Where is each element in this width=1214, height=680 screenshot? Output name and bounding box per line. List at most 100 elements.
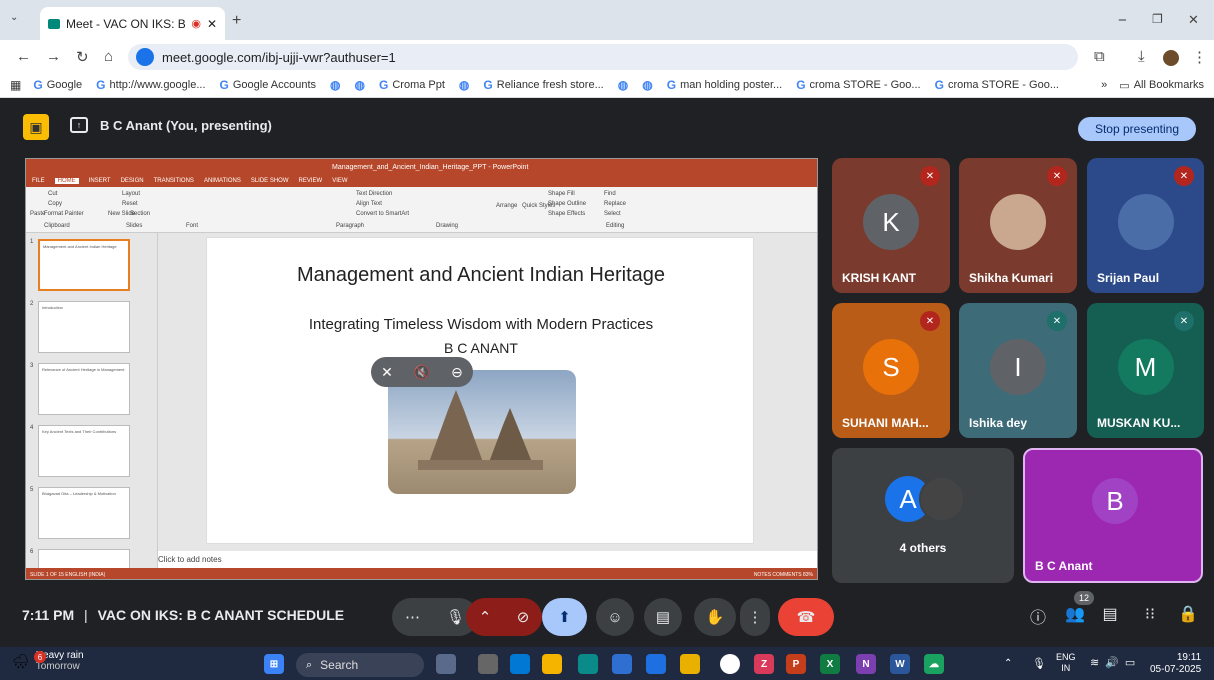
extensions-icon[interactable]: ⧉: [1094, 48, 1105, 65]
ribbon-button[interactable]: Align Text: [356, 201, 382, 207]
more-options-button[interactable]: ⋮: [740, 598, 770, 636]
site-info-icon[interactable]: [136, 48, 154, 66]
back-icon[interactable]: ←: [16, 48, 31, 65]
onenote-icon[interactable]: N: [856, 654, 876, 674]
weather-widget[interactable]: 🌧 Heavy rain Tomorrow: [12, 650, 84, 672]
ppt-tab[interactable]: REVIEW: [299, 178, 323, 184]
mute-icon[interactable]: 🔇: [413, 364, 430, 381]
clock[interactable]: 19:11 05-07-2025: [1150, 652, 1201, 676]
people-icon[interactable]: 👥: [1064, 604, 1086, 624]
activities-icon[interactable]: ⁝⁝: [1140, 604, 1160, 624]
language-indicator[interactable]: ENG IN: [1056, 652, 1076, 674]
chart-app-icon[interactable]: [680, 654, 700, 674]
reload-icon[interactable]: ↻: [76, 48, 89, 66]
more-audio-icon[interactable]: ⋯: [405, 608, 420, 626]
notes-pane[interactable]: Click to add notes: [158, 551, 817, 568]
minimize-icon[interactable]: −: [1118, 12, 1127, 29]
system-tray[interactable]: ≋ 🔊 ▭: [1090, 656, 1135, 669]
ribbon-button[interactable]: Select: [604, 211, 621, 217]
bookmark-item[interactable]: G Google Accounts: [220, 78, 317, 92]
chrome-icon[interactable]: [720, 654, 740, 674]
stop-presenting-button[interactable]: Stop presenting: [1078, 117, 1196, 141]
tab-search-icon[interactable]: ⌄: [10, 12, 18, 23]
copilot-icon[interactable]: [510, 654, 530, 674]
info-icon[interactable]: ⓘ: [1028, 604, 1048, 628]
widget-app-icon[interactable]: [436, 654, 456, 674]
ribbon-button[interactable]: Copy: [48, 201, 62, 207]
slide-thumbnail[interactable]: Relevance of Ancient Heritage in Managem…: [38, 363, 130, 415]
ppt-tab[interactable]: FILE: [32, 178, 45, 184]
slide-thumbnail[interactable]: Bhagavad Gita – Leadership & Motivation: [38, 487, 130, 539]
ribbon-button[interactable]: Reset: [122, 201, 138, 207]
ppt-tab[interactable]: TRANSITIONS: [154, 178, 194, 184]
browser-tab[interactable]: Meet - VAC ON IKS: B C AN ◉ ✕: [40, 7, 225, 40]
ribbon-button[interactable]: Find: [604, 191, 616, 197]
participant-tile[interactable]: Srijan Paul ✕: [1087, 158, 1204, 293]
participant-tile[interactable]: A 4 others: [832, 448, 1014, 583]
slide-thumbnail[interactable]: Management and Ancient Indian Heritage: [38, 239, 130, 291]
bookmark-item[interactable]: Gman holding poster...: [667, 78, 782, 92]
camera-control[interactable]: ⌃ ⊘: [466, 598, 542, 636]
minimize-float-icon[interactable]: ⊖: [451, 364, 463, 381]
ribbon-button[interactable]: Shape Fill: [548, 191, 575, 197]
ribbon-button[interactable]: Arrange: [496, 203, 517, 209]
captions-button[interactable]: ▤: [644, 598, 682, 636]
taskbar-search[interactable]: ⌕ Search: [296, 653, 424, 677]
profile-avatar[interactable]: [1163, 50, 1179, 66]
ribbon-button[interactable]: Shape Outline: [548, 201, 586, 207]
participant-tile[interactable]: K KRISH KANT ✕: [832, 158, 950, 293]
forward-icon[interactable]: →: [46, 48, 61, 65]
download-icon[interactable]: ⤓: [1138, 48, 1145, 65]
cloud-app-icon[interactable]: ☁: [924, 654, 944, 674]
excel-icon[interactable]: X: [820, 654, 840, 674]
participant-tile[interactable]: Shikha Kumari ✕: [959, 158, 1077, 293]
ppt-tab[interactable]: INSERT: [89, 178, 111, 184]
ppt-tab[interactable]: DESIGN: [121, 178, 144, 184]
address-bar[interactable]: meet.google.com/ibj-ujji-vwr?authuser=1: [128, 44, 1078, 70]
ribbon-button[interactable]: Shape Effects: [548, 211, 585, 217]
all-bookmarks-button[interactable]: ▭ All Bookmarks: [1119, 79, 1214, 92]
word-icon[interactable]: W: [890, 654, 910, 674]
mic-tray-icon[interactable]: 🎙: [1032, 657, 1046, 670]
raise-hand-button[interactable]: ✋: [694, 598, 736, 636]
camera-off-icon[interactable]: ⊘: [517, 608, 530, 626]
bookmark-item[interactable]: ◍: [618, 78, 628, 92]
bookmark-item[interactable]: ◍: [459, 78, 469, 92]
edge-icon[interactable]: [578, 654, 598, 674]
ribbon-button[interactable]: Replace: [604, 201, 626, 207]
menu-kebab-icon[interactable]: ⋮: [1192, 48, 1207, 66]
bookmark-item[interactable]: G Croma Ppt: [379, 78, 445, 92]
bookmark-item[interactable]: Gcroma STORE - Goo...: [796, 78, 920, 92]
ppt-tab[interactable]: VIEW: [332, 178, 347, 184]
ppt-tab[interactable]: ANIMATIONS: [204, 178, 241, 184]
new-tab-button[interactable]: +: [232, 12, 241, 30]
leave-call-button[interactable]: ☎: [778, 598, 834, 636]
ppt-tab[interactable]: HOME: [54, 178, 79, 184]
start-icon[interactable]: ⊞: [264, 654, 284, 674]
ribbon-button[interactable]: Text Direction: [356, 191, 392, 197]
host-controls-icon[interactable]: 🔒: [1178, 604, 1198, 624]
slide-thumbnail[interactable]: Key Ancient Texts and Their Contribution…: [38, 425, 130, 477]
powerpoint-icon[interactable]: P: [786, 654, 806, 674]
app-arrow-icon[interactable]: [646, 654, 666, 674]
chat-icon[interactable]: ▤: [1100, 604, 1120, 624]
restore-icon[interactable]: ❐: [1152, 12, 1163, 26]
tab-close-icon[interactable]: ✕: [207, 17, 217, 31]
bookmark-item[interactable]: ◍: [330, 78, 340, 92]
ppt-tab[interactable]: SLIDE SHOW: [251, 178, 289, 184]
ribbon-button[interactable]: Layout: [122, 191, 140, 197]
task-view-icon[interactable]: [478, 654, 498, 674]
tray-chevron-icon[interactable]: ⌃: [1004, 658, 1012, 669]
ribbon-button[interactable]: Format Painter: [44, 211, 84, 217]
file-explorer-icon[interactable]: [542, 654, 562, 674]
apps-icon[interactable]: ▦: [10, 78, 21, 92]
unpin-icon[interactable]: ✕: [381, 364, 393, 381]
present-button[interactable]: ⬆: [542, 598, 587, 636]
ribbon-button[interactable]: Section: [130, 211, 150, 217]
bookmark-item[interactable]: G Google: [33, 78, 82, 92]
participant-tile[interactable]: S SUHANI MAH... ✕: [832, 303, 950, 438]
participant-tile[interactable]: M MUSKAN KU... ✕: [1087, 303, 1204, 438]
reactions-button[interactable]: ☺: [596, 598, 634, 636]
bookmark-item[interactable]: Gcroma STORE - Goo...: [935, 78, 1059, 92]
bookmark-item[interactable]: ◍: [642, 78, 652, 92]
